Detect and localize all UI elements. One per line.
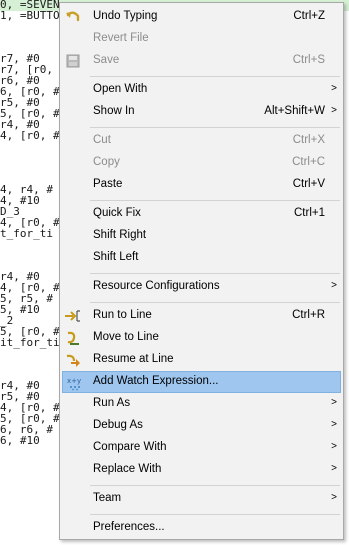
menu-item-run-to-line[interactable]: Run to Line Ctrl+R (62, 305, 341, 327)
submenu-arrow-icon: > (331, 419, 337, 430)
submenu-arrow-icon: > (331, 105, 337, 116)
menu-item-add-watch-expression[interactable]: x+y Add Watch Expression... (62, 371, 341, 393)
menu-item-label: Cut (93, 134, 111, 146)
menu-item-label: Team (93, 492, 122, 504)
menu-item-show-in[interactable]: Show In Alt+Shift+W > (62, 101, 341, 123)
submenu-arrow-icon: > (331, 441, 337, 452)
menu-item-shortcut: Ctrl+R (292, 309, 325, 321)
menu-item-shortcut: Ctrl+1 (294, 207, 325, 219)
run-to-line-icon (64, 307, 82, 325)
menu-item-label: Resource Configurations (93, 280, 220, 292)
menu-item-quick-fix[interactable]: Quick Fix Ctrl+1 (62, 203, 341, 225)
menu-separator (90, 200, 340, 201)
menu-item-shortcut: Ctrl+V (292, 178, 325, 190)
menu-item-shortcut: Alt+Shift+W (264, 105, 325, 117)
menu-separator (90, 76, 340, 77)
menu-item-label: Open With (93, 83, 148, 95)
menu-item-shortcut: Ctrl+C (292, 156, 325, 168)
svg-text:x+y: x+y (67, 377, 81, 385)
menu-item-open-with[interactable]: Open With > (62, 79, 341, 101)
menu-item-preferences[interactable]: Preferences... (62, 517, 341, 539)
menu-item-label: Add Watch Expression... (93, 375, 219, 387)
menu-item-copy[interactable]: Copy Ctrl+C (62, 152, 341, 174)
submenu-arrow-icon: > (331, 492, 337, 503)
menu-item-shortcut: Ctrl+S (292, 54, 325, 66)
menu-item-shortcut: Ctrl+Z (293, 10, 325, 22)
menu-item-cut[interactable]: Cut Ctrl+X (62, 130, 341, 152)
menu-separator (90, 514, 340, 515)
menu-item-paste[interactable]: Paste Ctrl+V (62, 174, 341, 196)
menu-item-resume-at-line[interactable]: Resume at Line (62, 349, 341, 371)
menu-item-label: Paste (93, 178, 123, 190)
menu-item-label: Move to Line (93, 331, 159, 343)
menu-separator (90, 127, 340, 128)
menu-item-label: Replace With (93, 463, 162, 475)
resume-at-line-icon (64, 351, 82, 369)
menu-item-debug-as[interactable]: Debug As > (62, 415, 341, 437)
menu-item-undo-typing[interactable]: Undo Typing Ctrl+Z (62, 6, 341, 28)
menu-item-run-as[interactable]: Run As > (62, 393, 341, 415)
menu-item-label: Compare With (93, 441, 167, 453)
menu-item-label: Resume at Line (93, 353, 174, 365)
menu-item-label: Revert File (93, 32, 149, 44)
submenu-arrow-icon: > (331, 83, 337, 94)
menu-item-save[interactable]: Save Ctrl+S (62, 50, 341, 72)
menu-item-resource-configurations[interactable]: Resource Configurations > (62, 276, 341, 298)
menu-item-label: Debug As (93, 419, 143, 431)
undo-icon (64, 8, 82, 26)
menu-item-compare-with[interactable]: Compare With > (62, 437, 341, 459)
context-menu: Undo Typing Ctrl+Z Revert File Save Ctrl… (59, 2, 344, 540)
move-to-line-icon (64, 329, 82, 347)
menu-separator (90, 485, 340, 486)
menu-item-label: Shift Left (93, 251, 139, 263)
menu-item-label: Preferences... (93, 521, 165, 533)
menu-separator (90, 273, 340, 274)
menu-items: Undo Typing Ctrl+Z Revert File Save Ctrl… (60, 3, 343, 539)
menu-item-shift-right[interactable]: Shift Right (62, 225, 341, 247)
submenu-arrow-icon: > (331, 280, 337, 291)
menu-item-label: Run As (93, 397, 131, 409)
menu-item-label: Copy (93, 156, 120, 168)
menu-item-label: Shift Right (93, 229, 147, 241)
menu-item-label: Undo Typing (93, 10, 158, 22)
menu-item-label: Show In (93, 105, 135, 117)
menu-item-revert-file[interactable]: Revert File (62, 28, 341, 50)
menu-item-label: Run to Line (93, 309, 152, 321)
menu-item-label: Quick Fix (93, 207, 141, 219)
watch-expression-icon: x+y (65, 374, 83, 392)
menu-item-team[interactable]: Team > (62, 488, 341, 510)
menu-separator (90, 302, 340, 303)
submenu-arrow-icon: > (331, 397, 337, 408)
menu-item-move-to-line[interactable]: Move to Line (62, 327, 341, 349)
menu-item-shortcut: Ctrl+X (292, 134, 325, 146)
menu-item-shift-left[interactable]: Shift Left (62, 247, 341, 269)
menu-item-label: Save (93, 54, 120, 66)
submenu-arrow-icon: > (331, 463, 337, 474)
menu-item-replace-with[interactable]: Replace With > (62, 459, 341, 481)
save-icon (64, 52, 82, 70)
